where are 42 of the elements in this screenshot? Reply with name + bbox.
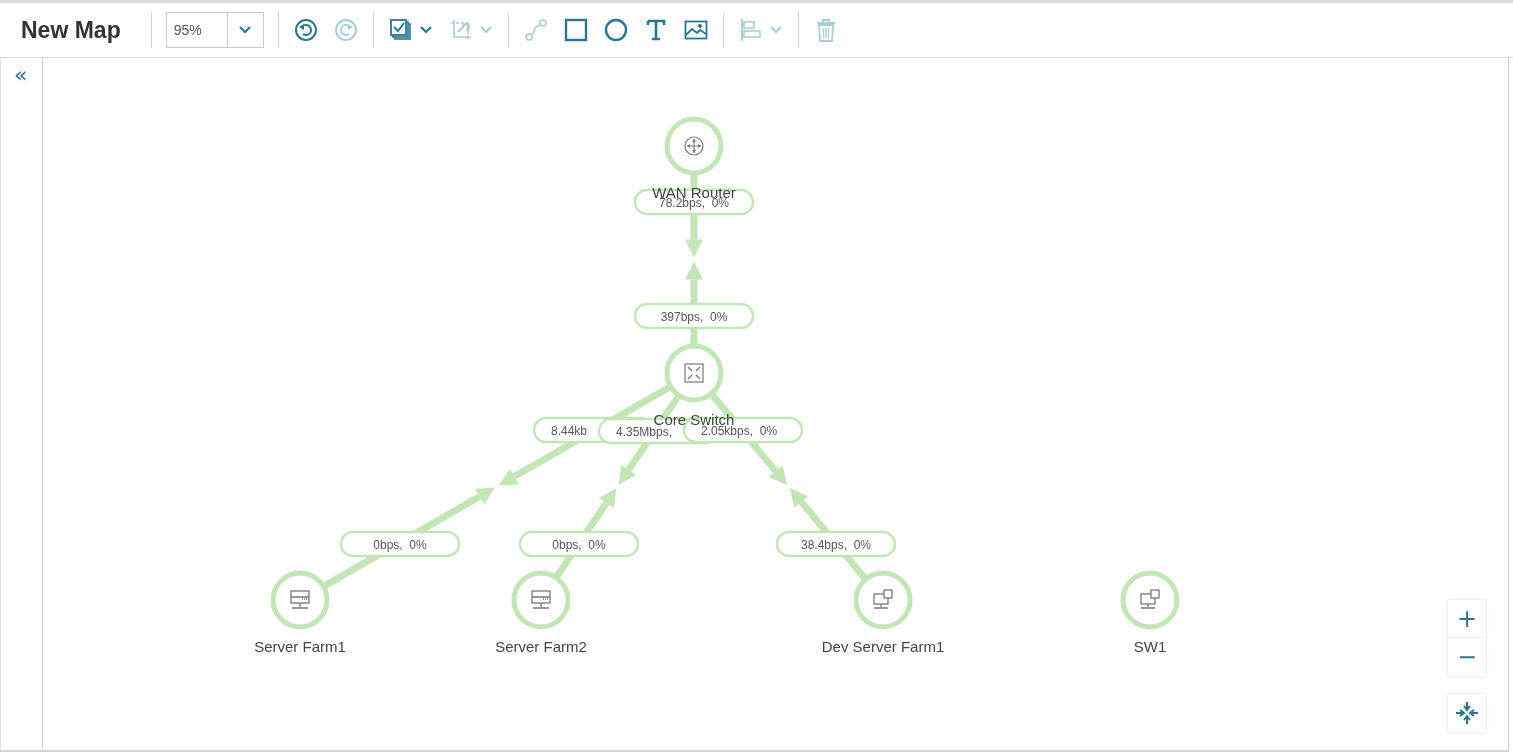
rectangle-icon (563, 18, 588, 42)
zoom-out-button[interactable]: − (1448, 638, 1486, 676)
switch-icon (684, 363, 704, 383)
zoom-dropdown[interactable]: 95% (165, 12, 264, 48)
switch-node[interactable] (664, 343, 724, 403)
server-node[interactable] (511, 570, 571, 630)
workstation-icon (873, 589, 893, 609)
server-icon (531, 590, 551, 609)
traffic-label: 4.35Mbps, (616, 424, 673, 439)
router-icon (684, 136, 704, 156)
collapse-arrows-icon (1455, 701, 1479, 725)
workstation-node[interactable] (1120, 570, 1180, 630)
redo-icon (333, 18, 358, 42)
align-left-icon (738, 18, 763, 42)
connector-icon (523, 18, 548, 42)
circle-icon (603, 18, 628, 42)
traffic-label: 38.4bps, 0% (800, 537, 872, 552)
zoom-in-button[interactable]: + (1448, 600, 1486, 638)
server-icon (290, 590, 310, 609)
traffic-label: 0bps, 0% (373, 537, 427, 552)
fit-to-screen-button[interactable] (1448, 694, 1486, 732)
router-node[interactable] (664, 116, 724, 176)
map-title: New Map (21, 16, 121, 44)
traffic-label: 0bps, 0% (552, 537, 606, 552)
node-label: Dev Server Farm1 (821, 638, 945, 655)
caret-icon (418, 25, 433, 35)
traffic-label: 397bps, 0% (660, 309, 728, 324)
node-label: Server Farm2 (495, 638, 587, 655)
caret-icon (478, 25, 493, 35)
workstation-icon (1140, 589, 1160, 609)
node-label: Server Farm1 (254, 638, 346, 655)
dashed-frame-icon (448, 18, 473, 42)
collapse-sidebar-button[interactable]: « (14, 64, 28, 86)
server-node[interactable] (270, 570, 330, 630)
checkbox-stack-icon (388, 18, 413, 42)
node-label: SW1 (1133, 638, 1167, 655)
caret-icon (238, 25, 253, 35)
caret-icon (768, 25, 783, 35)
workstation-node[interactable] (853, 570, 913, 630)
undo-icon (293, 18, 318, 42)
image-icon (683, 18, 708, 42)
traffic-label: 8.44kb (551, 423, 588, 438)
